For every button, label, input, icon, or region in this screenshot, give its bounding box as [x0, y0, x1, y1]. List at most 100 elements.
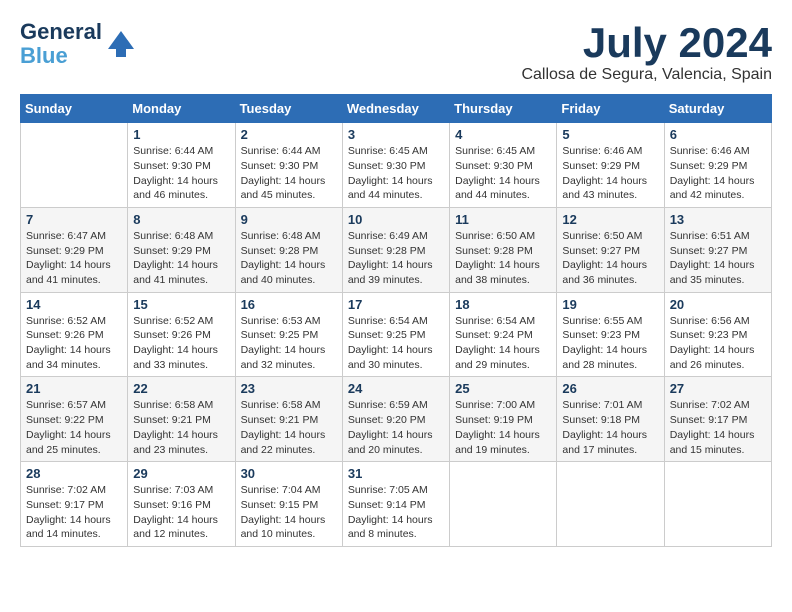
header: GeneralBlue July 2024 Callosa de Segura,…: [20, 20, 772, 84]
calendar-cell: 18Sunrise: 6:54 AM Sunset: 9:24 PM Dayli…: [450, 292, 557, 377]
calendar-cell: 1Sunrise: 6:44 AM Sunset: 9:30 PM Daylig…: [128, 123, 235, 208]
logo-text: GeneralBlue: [20, 20, 102, 68]
day-info: Sunrise: 6:51 AM Sunset: 9:27 PM Dayligh…: [670, 229, 766, 288]
day-info: Sunrise: 6:54 AM Sunset: 9:25 PM Dayligh…: [348, 314, 444, 373]
calendar-cell: 12Sunrise: 6:50 AM Sunset: 9:27 PM Dayli…: [557, 207, 664, 292]
day-info: Sunrise: 6:58 AM Sunset: 9:21 PM Dayligh…: [133, 398, 229, 457]
weekday-header-cell: Tuesday: [235, 95, 342, 123]
logo: GeneralBlue: [20, 20, 136, 68]
calendar-cell: 11 Sunrise: 6:50 AM Sunset: 9:28 PM Dayli…: [450, 207, 557, 292]
calendar-cell: 22 Sunrise: 6:58 AM Sunset: 9:21 PM Dayli…: [128, 377, 235, 462]
day-info: Sunrise: 6:57 AM Sunset: 9:22 PM Dayligh…: [26, 398, 122, 457]
day-number: 13: [670, 212, 766, 227]
day-number: 21: [26, 381, 122, 396]
day-number: 27: [670, 381, 766, 396]
weekday-header-cell: Saturday: [664, 95, 771, 123]
day-info: Sunrise: 6:45 AM Sunset: 9:30 PM Dayligh…: [455, 144, 551, 203]
day-number: 2: [241, 127, 337, 142]
day-info: Sunrise: 6:48 AM Sunset: 9:28 PM Dayligh…: [241, 229, 337, 288]
day-number: 7: [26, 212, 122, 227]
calendar-table: SundayMondayTuesdayWednesdayThursdayFrid…: [20, 94, 772, 547]
day-info: Sunrise: 6:52 AM Sunset: 9:26 PM Dayligh…: [133, 314, 229, 373]
day-info: Sunrise: 6:50 AM Sunset: 9:28 PM Dayligh…: [455, 229, 551, 288]
day-number: 5: [562, 127, 658, 142]
calendar-cell: 4 Sunrise: 6:45 AM Sunset: 9:30 PM Daylig…: [450, 123, 557, 208]
calendar-cell: 2 Sunrise: 6:44 AM Sunset: 9:30 PM Daylig…: [235, 123, 342, 208]
day-number: 11: [455, 212, 551, 227]
location-title: Callosa de Segura, Valencia, Spain: [521, 66, 772, 84]
calendar-cell: 20Sunrise: 6:56 AM Sunset: 9:23 PM Dayli…: [664, 292, 771, 377]
day-number: 16: [241, 297, 337, 312]
weekday-header-cell: Wednesday: [342, 95, 449, 123]
calendar-row: 1Sunrise: 6:44 AM Sunset: 9:30 PM Daylig…: [21, 123, 772, 208]
day-number: 4: [455, 127, 551, 142]
calendar-cell: 9 Sunrise: 6:48 AM Sunset: 9:28 PM Daylig…: [235, 207, 342, 292]
calendar-cell: 16 Sunrise: 6:53 AM Sunset: 9:25 PM Dayli…: [235, 292, 342, 377]
weekday-header-cell: Friday: [557, 95, 664, 123]
calendar-cell: 21 Sunrise: 6:57 AM Sunset: 9:22 PM Dayli…: [21, 377, 128, 462]
day-info: Sunrise: 6:50 AM Sunset: 9:27 PM Dayligh…: [562, 229, 658, 288]
calendar-cell: 25Sunrise: 7:00 AM Sunset: 9:19 PM Dayli…: [450, 377, 557, 462]
day-number: 28: [26, 466, 122, 481]
day-number: 14: [26, 297, 122, 312]
calendar-cell: 26 Sunrise: 7:01 AM Sunset: 9:18 PM Dayli…: [557, 377, 664, 462]
day-info: Sunrise: 6:44 AM Sunset: 9:30 PM Dayligh…: [133, 144, 229, 203]
day-info: Sunrise: 6:54 AM Sunset: 9:24 PM Dayligh…: [455, 314, 551, 373]
calendar-cell: 27Sunrise: 7:02 AM Sunset: 9:17 PM Dayli…: [664, 377, 771, 462]
day-number: 6: [670, 127, 766, 142]
calendar-cell: 13 Sunrise: 6:51 AM Sunset: 9:27 PM Dayli…: [664, 207, 771, 292]
calendar-cell: 28 Sunrise: 7:02 AM Sunset: 9:17 PM Dayli…: [21, 462, 128, 547]
day-number: 8: [133, 212, 229, 227]
calendar-row: 21 Sunrise: 6:57 AM Sunset: 9:22 PM Dayli…: [21, 377, 772, 462]
calendar-row: 14 Sunrise: 6:52 AM Sunset: 9:26 PM Dayli…: [21, 292, 772, 377]
calendar-cell: 15 Sunrise: 6:52 AM Sunset: 9:26 PM Dayli…: [128, 292, 235, 377]
day-number: 9: [241, 212, 337, 227]
day-info: Sunrise: 6:46 AM Sunset: 9:29 PM Dayligh…: [670, 144, 766, 203]
weekday-header-cell: Thursday: [450, 95, 557, 123]
calendar-cell: 30 Sunrise: 7:04 AM Sunset: 9:15 PM Dayli…: [235, 462, 342, 547]
calendar-cell: 5 Sunrise: 6:46 AM Sunset: 9:29 PM Daylig…: [557, 123, 664, 208]
day-info: Sunrise: 7:03 AM Sunset: 9:16 PM Dayligh…: [133, 483, 229, 542]
weekday-header-cell: Monday: [128, 95, 235, 123]
day-number: 31: [348, 466, 444, 481]
day-number: 24: [348, 381, 444, 396]
calendar-cell: 31Sunrise: 7:05 AM Sunset: 9:14 PM Dayli…: [342, 462, 449, 547]
day-info: Sunrise: 6:49 AM Sunset: 9:28 PM Dayligh…: [348, 229, 444, 288]
calendar-cell: 6 Sunrise: 6:46 AM Sunset: 9:29 PM Daylig…: [664, 123, 771, 208]
day-number: 20: [670, 297, 766, 312]
month-title: July 2024: [521, 20, 772, 66]
calendar-cell: 19Sunrise: 6:55 AM Sunset: 9:23 PM Dayli…: [557, 292, 664, 377]
day-info: Sunrise: 7:04 AM Sunset: 9:15 PM Dayligh…: [241, 483, 337, 542]
day-info: Sunrise: 6:59 AM Sunset: 9:20 PM Dayligh…: [348, 398, 444, 457]
day-number: 23: [241, 381, 337, 396]
day-info: Sunrise: 6:47 AM Sunset: 9:29 PM Dayligh…: [26, 229, 122, 288]
day-info: Sunrise: 6:44 AM Sunset: 9:30 PM Dayligh…: [241, 144, 337, 203]
calendar-cell: 7 Sunrise: 6:47 AM Sunset: 9:29 PM Daylig…: [21, 207, 128, 292]
day-info: Sunrise: 7:01 AM Sunset: 9:18 PM Dayligh…: [562, 398, 658, 457]
calendar-row: 28 Sunrise: 7:02 AM Sunset: 9:17 PM Dayli…: [21, 462, 772, 547]
day-number: 19: [562, 297, 658, 312]
day-number: 22: [133, 381, 229, 396]
calendar-row: 7 Sunrise: 6:47 AM Sunset: 9:29 PM Daylig…: [21, 207, 772, 292]
day-info: Sunrise: 7:02 AM Sunset: 9:17 PM Dayligh…: [26, 483, 122, 542]
calendar-body: 1Sunrise: 6:44 AM Sunset: 9:30 PM Daylig…: [21, 123, 772, 547]
calendar-cell: 10Sunrise: 6:49 AM Sunset: 9:28 PM Dayli…: [342, 207, 449, 292]
day-number: 25: [455, 381, 551, 396]
title-area: July 2024 Callosa de Segura, Valencia, S…: [521, 20, 772, 84]
day-info: Sunrise: 6:46 AM Sunset: 9:29 PM Dayligh…: [562, 144, 658, 203]
day-number: 29: [133, 466, 229, 481]
calendar-cell: 3Sunrise: 6:45 AM Sunset: 9:30 PM Daylig…: [342, 123, 449, 208]
day-number: 17: [348, 297, 444, 312]
calendar-cell: [21, 123, 128, 208]
calendar-cell: [450, 462, 557, 547]
day-info: Sunrise: 6:48 AM Sunset: 9:29 PM Dayligh…: [133, 229, 229, 288]
logo-icon: [106, 29, 136, 59]
day-info: Sunrise: 6:58 AM Sunset: 9:21 PM Dayligh…: [241, 398, 337, 457]
day-info: Sunrise: 6:53 AM Sunset: 9:25 PM Dayligh…: [241, 314, 337, 373]
weekday-header-cell: Sunday: [21, 95, 128, 123]
weekday-header: SundayMondayTuesdayWednesdayThursdayFrid…: [21, 95, 772, 123]
calendar-cell: [557, 462, 664, 547]
day-number: 30: [241, 466, 337, 481]
day-number: 26: [562, 381, 658, 396]
day-number: 15: [133, 297, 229, 312]
